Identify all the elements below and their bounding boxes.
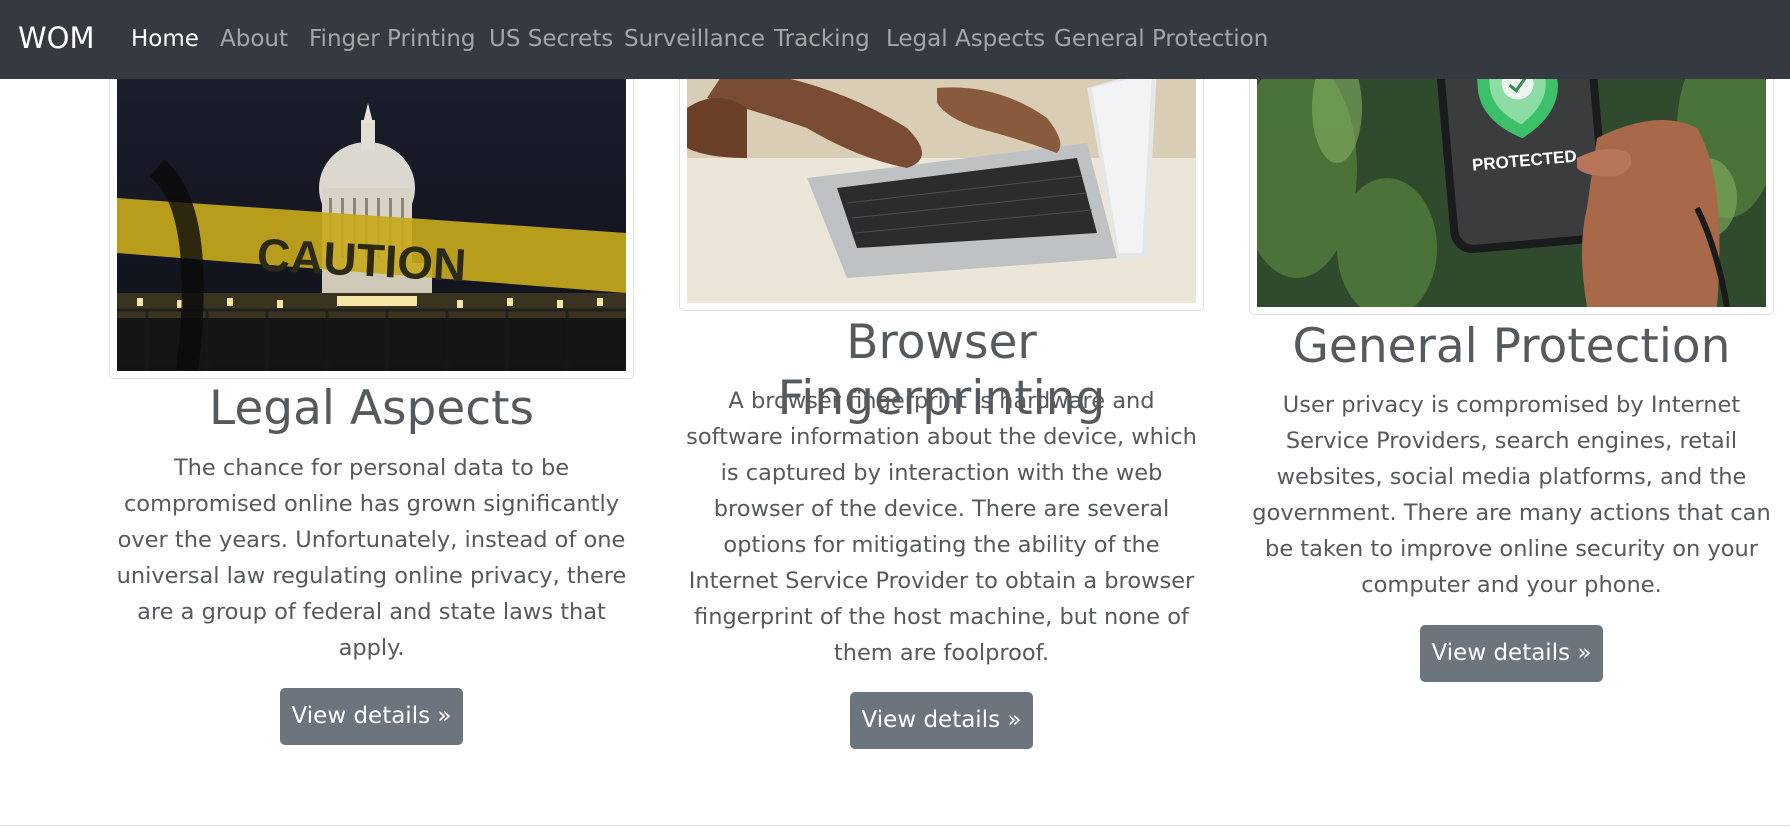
text-line: universal law regulating online privacy,… — [116, 563, 627, 589]
legal-aspects-text: The chance for personal data to be compr… — [109, 450, 634, 666]
text-line: compromised online has grown significant… — [123, 491, 620, 517]
text-line: browser of the device. There are several — [713, 496, 1170, 522]
general-protection-text: User privacy is compromised by Internet … — [1249, 387, 1774, 603]
laptop-image — [687, 48, 1196, 303]
phone-photo: PROTECTED — [1257, 48, 1766, 307]
caution-tape-text: CAUTION — [256, 228, 468, 291]
nav-home[interactable]: Home — [131, 24, 199, 54]
text-line: A browser fingerprint is hardware and — [728, 388, 1155, 414]
nav-surveillance[interactable]: Surveillance — [624, 24, 765, 54]
text-line: apply. — [338, 635, 405, 661]
text-line: Internet Service Provider to obtain a br… — [688, 568, 1195, 594]
capitol-caution-image: CAUTION — [117, 48, 626, 371]
browser-fingerprinting-image-frame — [679, 40, 1204, 311]
top-navbar: WOM Home About Finger Printing US Secret… — [0, 0, 1790, 79]
nav-finger-printing[interactable]: Finger Printing — [309, 24, 476, 54]
text-line: them are foolproof. — [833, 640, 1050, 666]
legal-aspects-title: Legal Aspects — [208, 381, 535, 436]
text-line: Service Providers, search engines, retai… — [1285, 428, 1738, 454]
text-line: over the years. Unfortunately, instead o… — [117, 527, 626, 553]
nav-us-secrets[interactable]: US Secrets — [489, 24, 613, 54]
brand-logo[interactable]: WOM — [18, 20, 95, 56]
text-line: are a group of federal and state laws th… — [137, 599, 606, 625]
nav-about[interactable]: About — [220, 24, 288, 54]
browser-fingerprinting-text: A browser fingerprint is hardware and so… — [679, 383, 1204, 671]
text-line: The chance for personal data to be — [173, 455, 570, 481]
nav-legal-aspects[interactable]: Legal Aspects — [886, 24, 1045, 54]
legal-aspects-image-frame: CAUTION — [109, 40, 634, 379]
laptop-photo — [687, 48, 1196, 303]
general-protection-image-frame: PROTECTED — [1249, 40, 1774, 315]
text-line: fingerprint of the host machine, but non… — [694, 604, 1189, 630]
footer-divider — [0, 825, 1790, 826]
general-protection-title: General Protection — [1292, 319, 1731, 374]
text-line: government. There are many actions that … — [1252, 500, 1771, 526]
text-line: is captured by interaction with the web — [720, 460, 1163, 486]
legal-aspects-view-details-button[interactable]: View details » — [280, 688, 463, 745]
text-line: computer and your phone. — [1361, 572, 1662, 598]
capitol-photo: CAUTION — [117, 48, 626, 371]
text-line: options for mitigating the ability of th… — [723, 532, 1160, 558]
text-line: User privacy is compromised by Internet — [1282, 392, 1741, 418]
browser-fingerprinting-view-details-button[interactable]: View details » — [850, 692, 1033, 749]
protected-phone-image: PROTECTED — [1257, 48, 1766, 307]
nav-general-protection[interactable]: General Protection — [1054, 24, 1268, 54]
general-protection-view-details-button[interactable]: View details » — [1420, 625, 1603, 682]
text-line: be taken to improve online security on y… — [1265, 536, 1758, 562]
text-line: software information about the device, w… — [686, 424, 1197, 450]
text-line: websites, social media platforms, and th… — [1276, 464, 1747, 490]
nav-tracking[interactable]: Tracking — [774, 24, 870, 54]
